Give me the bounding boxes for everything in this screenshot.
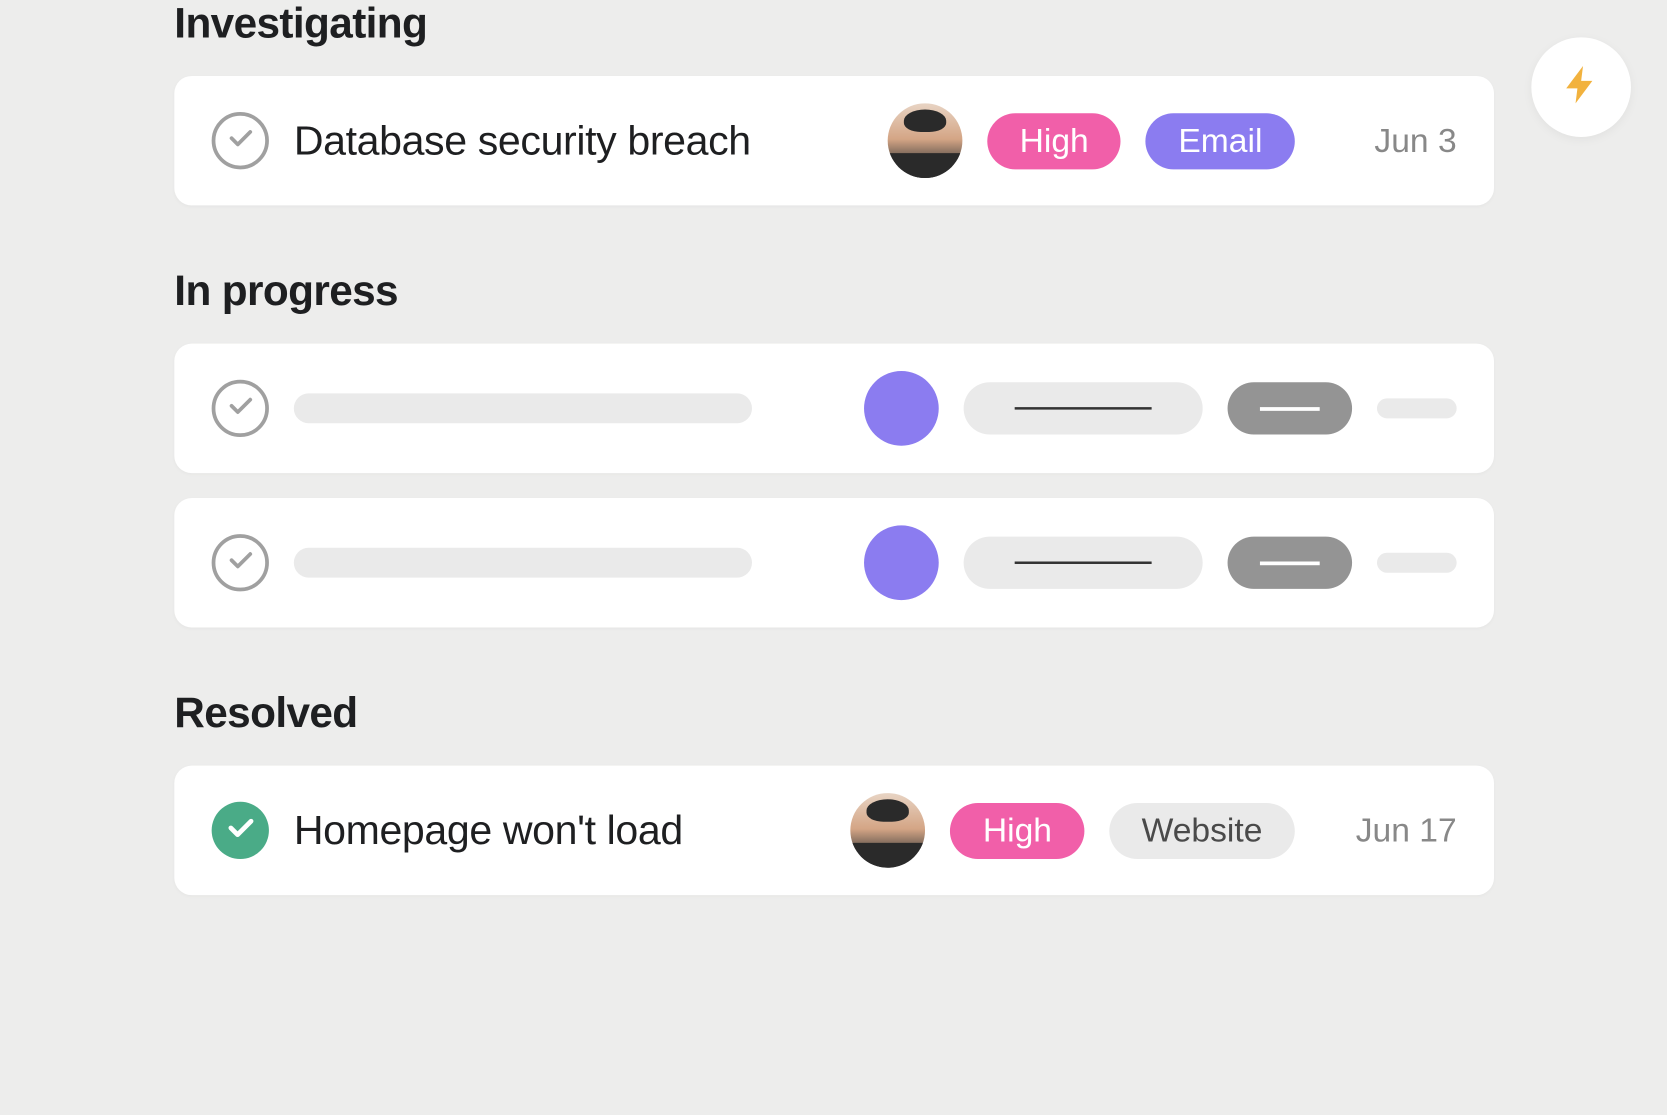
task-title[interactable]: Database security breach [294, 117, 751, 164]
assignee-avatar[interactable] [851, 793, 926, 868]
complete-task-button[interactable] [212, 112, 269, 169]
task-card-placeholder[interactable] [174, 344, 1494, 473]
check-icon [225, 390, 255, 426]
pill-placeholder [1228, 537, 1353, 589]
date-placeholder [1377, 398, 1457, 418]
check-icon [224, 811, 256, 850]
assignee-avatar-placeholder[interactable] [864, 371, 939, 446]
task-card-placeholder[interactable] [174, 498, 1494, 627]
check-icon [225, 123, 255, 159]
complete-task-button[interactable] [212, 380, 269, 437]
task-card[interactable]: Homepage won't load High Website Jun 17 [174, 766, 1494, 895]
priority-pill[interactable]: High [950, 802, 1084, 858]
lightning-icon [1559, 62, 1604, 113]
lightning-action-button[interactable] [1531, 37, 1631, 137]
assignee-avatar-placeholder[interactable] [864, 525, 939, 600]
check-icon [225, 545, 255, 581]
task-title[interactable]: Homepage won't load [294, 807, 683, 854]
task-card[interactable]: Database security breach High Email Jun … [174, 76, 1494, 205]
task-title-placeholder [294, 548, 752, 578]
complete-task-button[interactable] [212, 802, 269, 859]
section-in-progress: In progress [174, 268, 1494, 628]
source-pill[interactable]: Email [1146, 113, 1295, 169]
task-date[interactable]: Jun 17 [1332, 811, 1457, 850]
section-investigating: Investigating Database security breach H… [174, 0, 1494, 205]
priority-pill[interactable]: High [987, 113, 1121, 169]
section-title-in-progress: In progress [174, 268, 1494, 317]
section-title-investigating: Investigating [174, 0, 1494, 49]
pill-placeholder [964, 382, 1203, 434]
date-placeholder [1377, 553, 1457, 573]
assignee-avatar[interactable] [888, 103, 963, 178]
task-title-placeholder [294, 393, 752, 423]
task-date[interactable]: Jun 3 [1332, 121, 1457, 160]
source-pill[interactable]: Website [1109, 802, 1295, 858]
pill-placeholder [964, 537, 1203, 589]
pill-placeholder [1228, 382, 1353, 434]
section-title-resolved: Resolved [174, 690, 1494, 739]
complete-task-button[interactable] [212, 534, 269, 591]
section-resolved: Resolved Homepage won't load High Websit… [174, 690, 1494, 895]
